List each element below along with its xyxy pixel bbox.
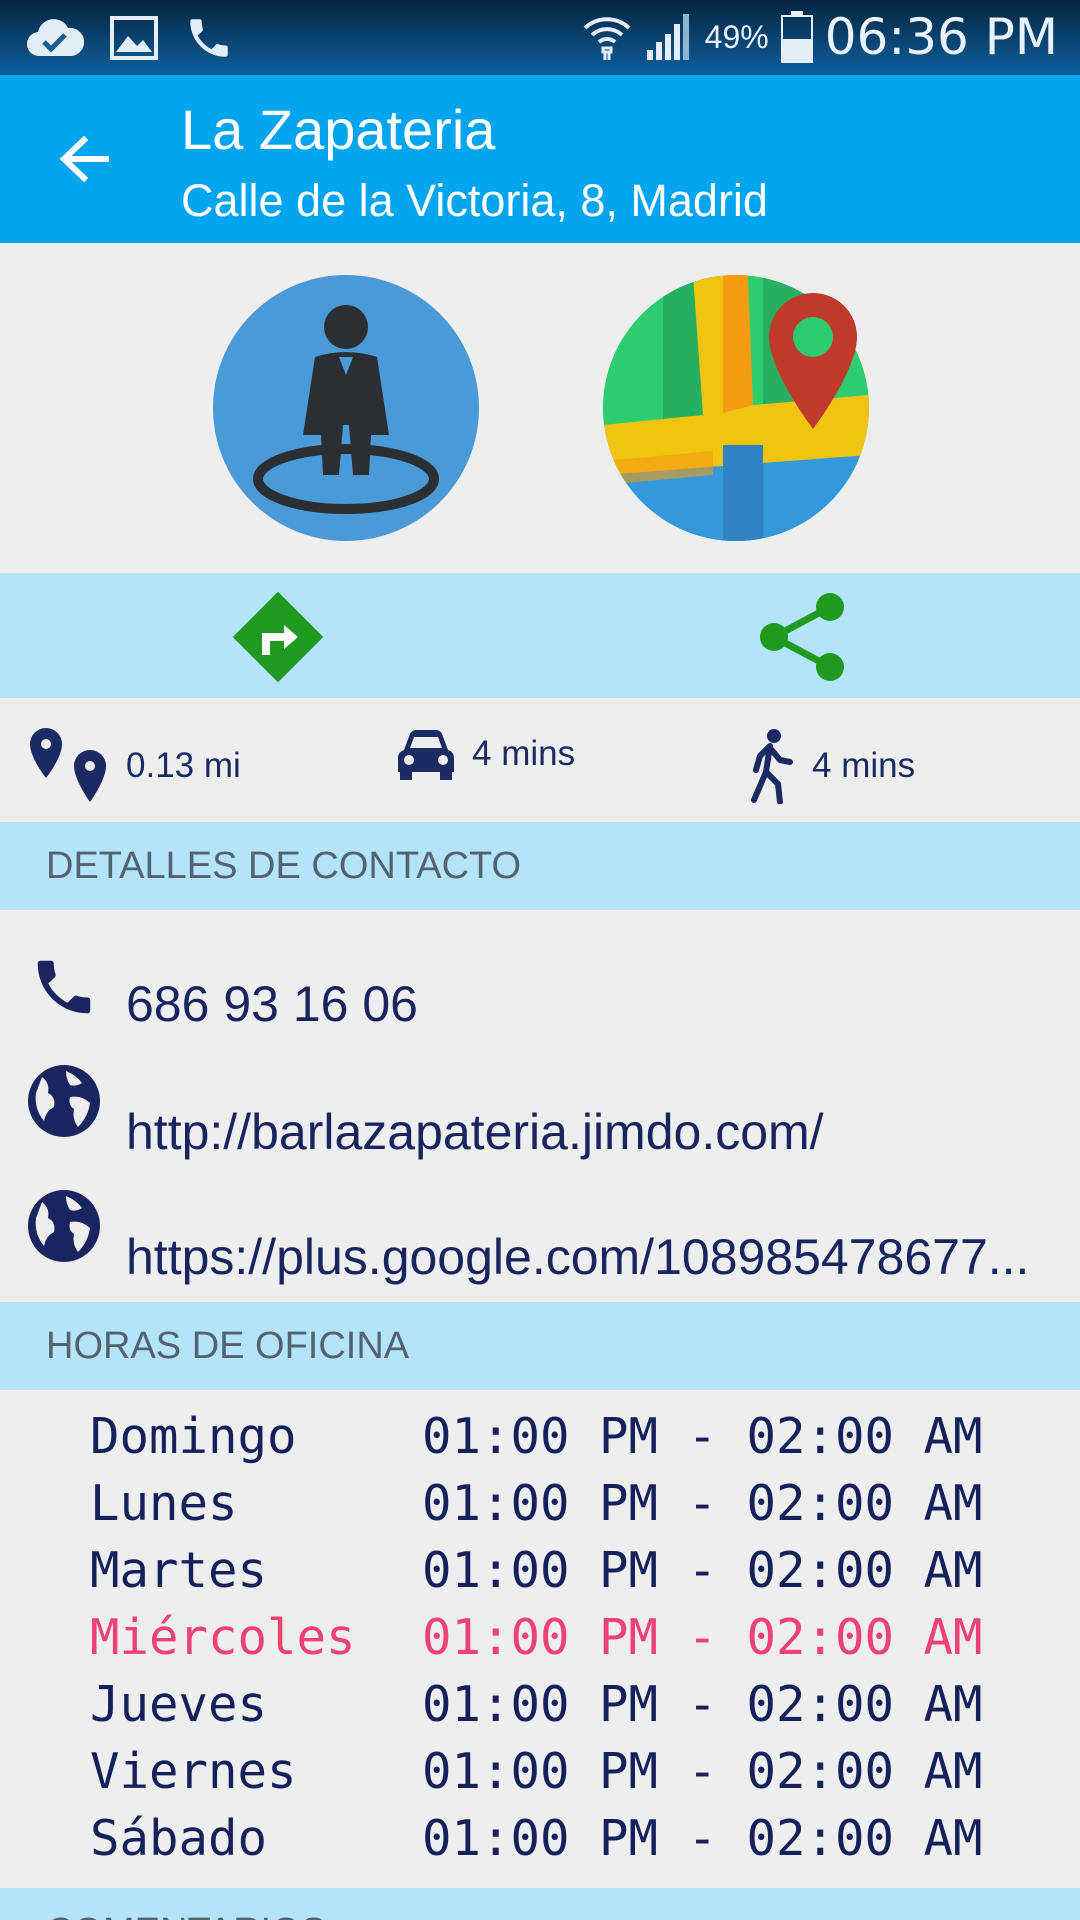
directions-button[interactable] <box>228 587 328 687</box>
arrow-left-icon <box>59 135 109 183</box>
hours-row: Lunes 01:00 PM - 02:00 AM <box>90 1475 983 1542</box>
wifi-icon <box>581 12 633 62</box>
comments-section-header: COMENTARIOS <box>0 1888 1080 1920</box>
hours-row: Sábado 01:00 PM - 02:00 AM <box>90 1810 983 1877</box>
street-view-button[interactable] <box>213 275 479 541</box>
phone-number: 686 93 16 06 <box>126 976 418 1032</box>
hours-row: Martes 01:00 PM - 02:00 AM <box>90 1542 983 1609</box>
image-icon <box>110 16 158 60</box>
drive-time-value: 4 mins <box>472 734 576 773</box>
street-view-icon <box>213 275 479 541</box>
day-hours: 01:00 PM - 02:00 AM <box>422 1542 983 1599</box>
distance-info: 0.13 mi <box>28 728 241 804</box>
phone-icon <box>184 13 234 63</box>
hours-row-today: Miércoles 01:00 PM - 02:00 AM <box>90 1609 983 1676</box>
travel-info: 0.13 mi 4 mins 4 mins <box>0 698 1080 822</box>
day-hours: 01:00 PM - 02:00 AM <box>422 1408 983 1465</box>
hero-actions <box>0 243 1080 573</box>
clock: 06:36 PM <box>824 8 1058 66</box>
day-name: Miércoles <box>90 1609 356 1666</box>
page-title: La Zapateria <box>181 98 496 161</box>
day-hours: 01:00 PM - 02:00 AM <box>422 1743 983 1800</box>
share-icon <box>760 593 844 681</box>
day-name: Domingo <box>90 1408 297 1465</box>
google-plus-link: https://plus.google.com/108985478677... <box>126 1229 1030 1285</box>
phone-row[interactable]: 686 93 16 06 <box>0 945 1080 1055</box>
hours-row: Viernes 01:00 PM - 02:00 AM <box>90 1743 983 1810</box>
signal-icon <box>645 12 693 62</box>
page-subtitle: Calle de la Victoria, 8, Madrid <box>181 175 768 226</box>
distance-value: 0.13 mi <box>126 746 241 785</box>
day-hours: 01:00 PM - 02:00 AM <box>422 1810 983 1867</box>
action-strip <box>0 573 1080 698</box>
globe-icon <box>24 1186 104 1266</box>
drive-time-info: 4 mins <box>396 728 575 780</box>
walk-time-info: 4 mins <box>746 728 915 804</box>
day-name: Martes <box>90 1542 268 1599</box>
website-row[interactable]: http://barlazapateria.jimdo.com/ <box>0 1065 1080 1183</box>
day-name: Viernes <box>90 1743 297 1800</box>
website-link: http://barlazapateria.jimdo.com/ <box>126 1104 824 1160</box>
battery-percent: 49% <box>704 18 769 55</box>
map-button[interactable] <box>603 275 869 541</box>
share-button[interactable] <box>752 587 852 687</box>
hours-table: Domingo 01:00 PM - 02:00 AM Lunes 01:00 PM… <box>90 1408 983 1877</box>
app-bar: La Zapateria Calle de la Victoria, 8, Ma… <box>0 75 1080 243</box>
contact-section-header: DETALLES DE CONTACTO <box>0 822 1080 910</box>
car-icon <box>398 730 454 780</box>
map-pins-icon <box>30 728 106 802</box>
day-name: Lunes <box>90 1475 238 1532</box>
battery-icon <box>780 11 813 63</box>
day-name: Jueves <box>90 1676 268 1733</box>
hours-row: Jueves 01:00 PM - 02:00 AM <box>90 1676 983 1743</box>
map-location-icon <box>603 275 869 541</box>
globe-icon <box>24 1061 104 1141</box>
hours-section-header: HORAS DE OFICINA <box>0 1302 1080 1390</box>
day-name: Sábado <box>90 1810 268 1867</box>
hours-row: Domingo 01:00 PM - 02:00 AM <box>90 1408 983 1475</box>
status-bar: 49% 06:36 PM <box>0 0 1080 75</box>
walking-icon <box>751 729 793 804</box>
walk-time-value: 4 mins <box>812 746 916 785</box>
google-plus-row[interactable]: https://plus.google.com/108985478677... <box>0 1190 1080 1308</box>
day-hours: 01:00 PM - 02:00 AM <box>422 1609 983 1666</box>
back-button[interactable] <box>46 121 122 197</box>
day-hours: 01:00 PM - 02:00 AM <box>422 1475 983 1532</box>
cloud-check-icon <box>26 18 84 58</box>
day-hours: 01:00 PM - 02:00 AM <box>422 1676 983 1733</box>
phone-call-icon <box>24 947 104 1027</box>
directions-icon <box>232 591 324 683</box>
